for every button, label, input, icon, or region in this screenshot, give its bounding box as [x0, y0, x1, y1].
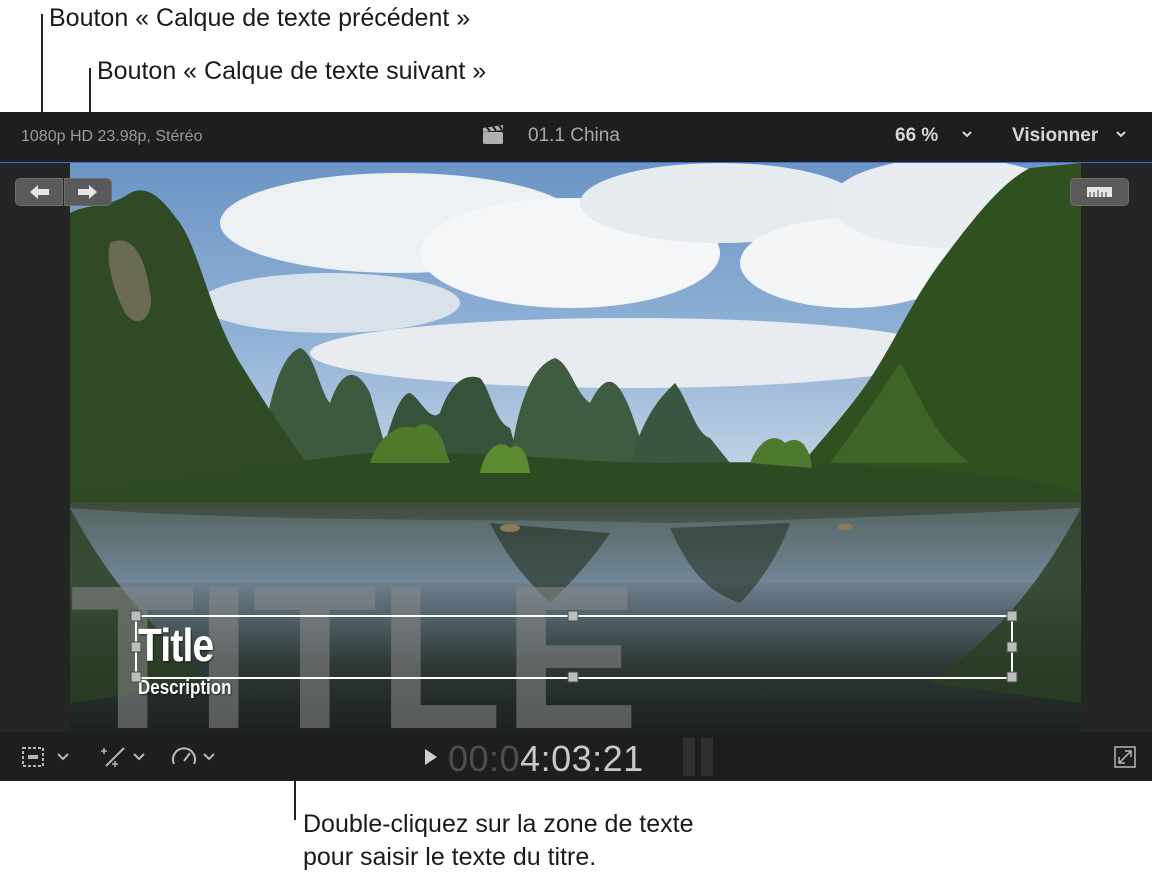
- ruler-icon: [1087, 187, 1112, 197]
- previous-text-layer-button[interactable]: [15, 178, 63, 206]
- resize-handle[interactable]: [130, 641, 142, 653]
- ruler-button[interactable]: [1070, 178, 1129, 206]
- callout-next-button: Bouton « Calque de texte suivant »: [97, 57, 487, 85]
- resize-handle[interactable]: [1006, 671, 1018, 683]
- resize-handle[interactable]: [567, 610, 579, 622]
- callout-text-box-line2: pour saisir le texte du titre.: [303, 843, 597, 871]
- chevron-down-icon[interactable]: [960, 124, 976, 144]
- viewer-topbar: 1080p HD 23.98p, Stéréo 01.1 China 66 % …: [0, 112, 1152, 163]
- speedometer-icon[interactable]: [170, 744, 220, 775]
- fullscreen-icon[interactable]: [1112, 744, 1138, 775]
- resize-handle[interactable]: [567, 671, 579, 683]
- resize-handle[interactable]: [130, 671, 142, 683]
- callout-prev-button: Bouton « Calque de texte précédent »: [49, 4, 471, 32]
- crop-icon[interactable]: [20, 744, 76, 775]
- resize-handle[interactable]: [1006, 641, 1018, 653]
- format-info: 1080p HD 23.98p, Stéréo: [21, 128, 203, 145]
- timecode-dim: 00:0: [448, 738, 521, 779]
- timecode-bright: 4:03:21: [520, 738, 644, 779]
- viewer-stage: TITLE Title Description: [0, 163, 1152, 731]
- play-icon[interactable]: [423, 747, 439, 772]
- next-text-layer-button[interactable]: [64, 178, 112, 206]
- view-menu[interactable]: Visionner: [1012, 125, 1098, 147]
- text-selection-box[interactable]: [70, 163, 1081, 731]
- clapper-icon: [482, 125, 504, 145]
- viewer-bottombar: 00:04:03:21: [0, 732, 1152, 781]
- audio-meter: [683, 738, 717, 781]
- viewer-window: 1080p HD 23.98p, Stéréo 01.1 China 66 % …: [0, 112, 1152, 781]
- callout-text-box-line1: Double-cliquez sur la zone de texte: [303, 810, 694, 838]
- zoom-level[interactable]: 66 %: [895, 125, 938, 147]
- arrow-right-icon: [78, 185, 97, 199]
- clip-name: 01.1 China: [528, 125, 620, 146]
- video-frame[interactable]: TITLE Title Description: [70, 163, 1081, 731]
- magic-wand-icon[interactable]: [98, 744, 150, 775]
- resize-handle[interactable]: [1006, 610, 1018, 622]
- timecode-display[interactable]: 00:04:03:21: [448, 738, 644, 780]
- chevron-down-icon[interactable]: [1114, 124, 1130, 144]
- arrow-left-icon: [30, 185, 49, 199]
- resize-handle[interactable]: [130, 610, 142, 622]
